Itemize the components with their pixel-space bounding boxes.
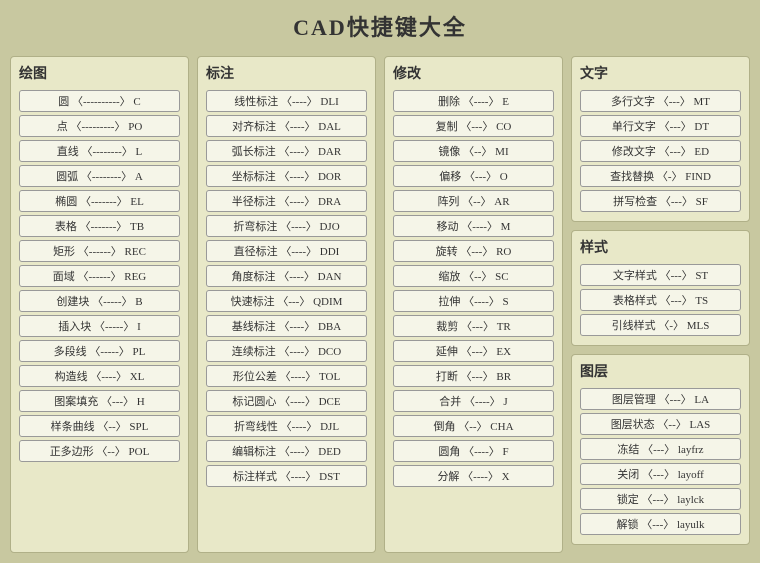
drawing-item-5[interactable]: 表格 〈-------〉 TB [19, 215, 180, 237]
main-grid: 绘图 圆 〈----------〉 C 点 〈---------〉 PO 直线 〈-… [10, 56, 750, 553]
drawing-items: 圆 〈----------〉 C 点 〈---------〉 PO 直线 〈----… [19, 90, 180, 462]
layer-item-2[interactable]: 冻结 〈---〉 layfrz [580, 438, 741, 460]
dimension-item-1[interactable]: 对齐标注 〈----〉 DAL [206, 115, 367, 137]
drawing-item-1[interactable]: 点 〈---------〉 PO [19, 115, 180, 137]
layer-items: 图层管理 〈---〉 LA 图层状态 〈--〉 LAS 冻结 〈---〉 layfr… [580, 388, 741, 535]
dimension-item-2[interactable]: 弧长标注 〈----〉 DAR [206, 140, 367, 162]
modify-item-11[interactable]: 打断 〈---〉 BR [393, 365, 554, 387]
dimension-item-4[interactable]: 半径标注 〈----〉 DRA [206, 190, 367, 212]
style-item-1[interactable]: 表格样式 〈---〉 TS [580, 289, 741, 311]
drawing-item-9[interactable]: 插入块 〈-----〉 I [19, 315, 180, 337]
modify-item-8[interactable]: 拉伸 〈----〉 S [393, 290, 554, 312]
text-item-4[interactable]: 拼写检查 〈---〉 SF [580, 190, 741, 212]
dimension-item-5[interactable]: 折弯标注 〈----〉 DJO [206, 215, 367, 237]
modify-item-5[interactable]: 移动 〈----〉 M [393, 215, 554, 237]
style-item-0[interactable]: 文字样式 〈---〉 ST [580, 264, 741, 286]
modify-item-15[interactable]: 分解 〈----〉 X [393, 465, 554, 487]
section-modify: 修改 删除 〈----〉 E 复制 〈---〉 CO 镜像 〈--〉 MI 偏移 〈-… [384, 56, 563, 553]
modify-items: 删除 〈----〉 E 复制 〈---〉 CO 镜像 〈--〉 MI 偏移 〈---〉… [393, 90, 554, 487]
layer-item-5[interactable]: 解锁 〈---〉 layulk [580, 513, 741, 535]
drawing-item-10[interactable]: 多段线 〈-----〉 PL [19, 340, 180, 362]
page-title: CAD快捷键大全 [10, 10, 750, 42]
dimension-item-14[interactable]: 编辑标注 〈----〉 DED [206, 440, 367, 462]
drawing-item-11[interactable]: 构造线 〈----〉 XL [19, 365, 180, 387]
modify-item-6[interactable]: 旋转 〈---〉 RO [393, 240, 554, 262]
modify-item-1[interactable]: 复制 〈---〉 CO [393, 115, 554, 137]
section-dimension: 标注 线性标注 〈----〉 DLI 对齐标注 〈----〉 DAL 弧长标注 〈-… [197, 56, 376, 553]
modify-item-12[interactable]: 合并 〈----〉 J [393, 390, 554, 412]
text-title: 文字 [580, 63, 741, 85]
text-item-0[interactable]: 多行文字 〈---〉 MT [580, 90, 741, 112]
drawing-item-6[interactable]: 矩形 〈------〉 REC [19, 240, 180, 262]
layer-title: 图层 [580, 361, 741, 383]
drawing-item-12[interactable]: 图案填充 〈---〉 H [19, 390, 180, 412]
drawing-title: 绘图 [19, 63, 180, 85]
dimension-item-9[interactable]: 基线标注 〈----〉 DBA [206, 315, 367, 337]
dimension-item-0[interactable]: 线性标注 〈----〉 DLI [206, 90, 367, 112]
drawing-item-13[interactable]: 样条曲线 〈--〉 SPL [19, 415, 180, 437]
style-item-2[interactable]: 引线样式 〈-〉 MLS [580, 314, 741, 336]
section-text: 文字 多行文字 〈---〉 MT 单行文字 〈---〉 DT 修改文字 〈---〉 … [571, 56, 750, 222]
dimension-item-10[interactable]: 连续标注 〈----〉 DCO [206, 340, 367, 362]
drawing-item-2[interactable]: 直线 〈--------〉 L [19, 140, 180, 162]
dimension-item-11[interactable]: 形位公差 〈----〉 TOL [206, 365, 367, 387]
drawing-item-0[interactable]: 圆 〈----------〉 C [19, 90, 180, 112]
layer-item-3[interactable]: 关闭 〈---〉 layoff [580, 463, 741, 485]
dimension-item-13[interactable]: 折弯线性 〈----〉 DJL [206, 415, 367, 437]
text-item-3[interactable]: 查找替换 〈-〉 FIND [580, 165, 741, 187]
dimension-item-3[interactable]: 坐标标注 〈----〉 DOR [206, 165, 367, 187]
section-drawing: 绘图 圆 〈----------〉 C 点 〈---------〉 PO 直线 〈-… [10, 56, 189, 553]
style-title: 样式 [580, 237, 741, 259]
dimension-items: 线性标注 〈----〉 DLI 对齐标注 〈----〉 DAL 弧长标注 〈----… [206, 90, 367, 487]
layer-item-0[interactable]: 图层管理 〈---〉 LA [580, 388, 741, 410]
modify-item-3[interactable]: 偏移 〈---〉 O [393, 165, 554, 187]
dimension-item-6[interactable]: 直径标注 〈----〉 DDI [206, 240, 367, 262]
drawing-item-14[interactable]: 正多边形 〈--〉 POL [19, 440, 180, 462]
drawing-item-7[interactable]: 面域 〈------〉 REG [19, 265, 180, 287]
drawing-item-8[interactable]: 创建块 〈-----〉 B [19, 290, 180, 312]
text-item-1[interactable]: 单行文字 〈---〉 DT [580, 115, 741, 137]
section-layer: 图层 图层管理 〈---〉 LA 图层状态 〈--〉 LAS 冻结 〈---〉 la… [571, 354, 750, 545]
dimension-item-7[interactable]: 角度标注 〈----〉 DAN [206, 265, 367, 287]
modify-title: 修改 [393, 63, 554, 85]
text-item-2[interactable]: 修改文字 〈---〉 ED [580, 140, 741, 162]
modify-item-13[interactable]: 倒角 〈--〉 CHA [393, 415, 554, 437]
modify-item-7[interactable]: 缩放 〈--〉 SC [393, 265, 554, 287]
modify-item-10[interactable]: 延伸 〈---〉 EX [393, 340, 554, 362]
dimension-item-12[interactable]: 标记圆心 〈----〉 DCE [206, 390, 367, 412]
dimension-item-15[interactable]: 标注样式 〈----〉 DST [206, 465, 367, 487]
layer-item-1[interactable]: 图层状态 〈--〉 LAS [580, 413, 741, 435]
dimension-title: 标注 [206, 63, 367, 85]
drawing-item-3[interactable]: 圆弧 〈--------〉 A [19, 165, 180, 187]
style-items: 文字样式 〈---〉 ST 表格样式 〈---〉 TS 引线样式 〈-〉 MLS [580, 264, 741, 336]
modify-item-4[interactable]: 阵列 〈--〉 AR [393, 190, 554, 212]
modify-item-14[interactable]: 圆角 〈----〉 F [393, 440, 554, 462]
dimension-item-8[interactable]: 快速标注 〈---〉 QDIM [206, 290, 367, 312]
right-column: 文字 多行文字 〈---〉 MT 单行文字 〈---〉 DT 修改文字 〈---〉 … [571, 56, 750, 553]
modify-item-2[interactable]: 镜像 〈--〉 MI [393, 140, 554, 162]
text-items: 多行文字 〈---〉 MT 单行文字 〈---〉 DT 修改文字 〈---〉 ED 查… [580, 90, 741, 212]
modify-item-9[interactable]: 裁剪 〈---〉 TR [393, 315, 554, 337]
section-style: 样式 文字样式 〈---〉 ST 表格样式 〈---〉 TS 引线样式 〈-〉 ML… [571, 230, 750, 346]
drawing-item-4[interactable]: 椭圆 〈-------〉 EL [19, 190, 180, 212]
modify-item-0[interactable]: 删除 〈----〉 E [393, 90, 554, 112]
layer-item-4[interactable]: 锁定 〈---〉 laylck [580, 488, 741, 510]
